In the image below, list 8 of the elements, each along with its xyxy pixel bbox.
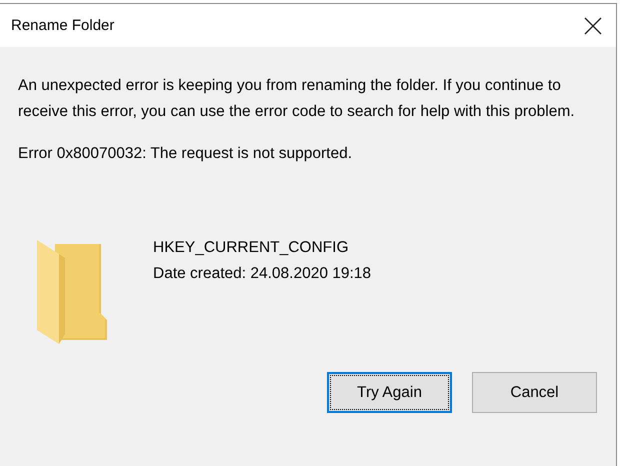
cancel-button[interactable]: Cancel [472, 372, 597, 413]
error-code: Error 0x80070032: The request is not supported. [18, 145, 354, 163]
folder-name: HKEY_CURRENT_CONFIG [153, 238, 350, 258]
try-again-button[interactable]: Try Again [327, 372, 452, 413]
date-created: Date created: 24.08.2020 19:18 [153, 264, 372, 284]
window-title: Rename Folder [11, 17, 114, 34]
close-icon [584, 16, 602, 34]
error-message: An unexpected error is keeping you from renaming the folder. If you continue to receive this error, you can use the error code to search for help with this problem. [18, 76, 576, 122]
